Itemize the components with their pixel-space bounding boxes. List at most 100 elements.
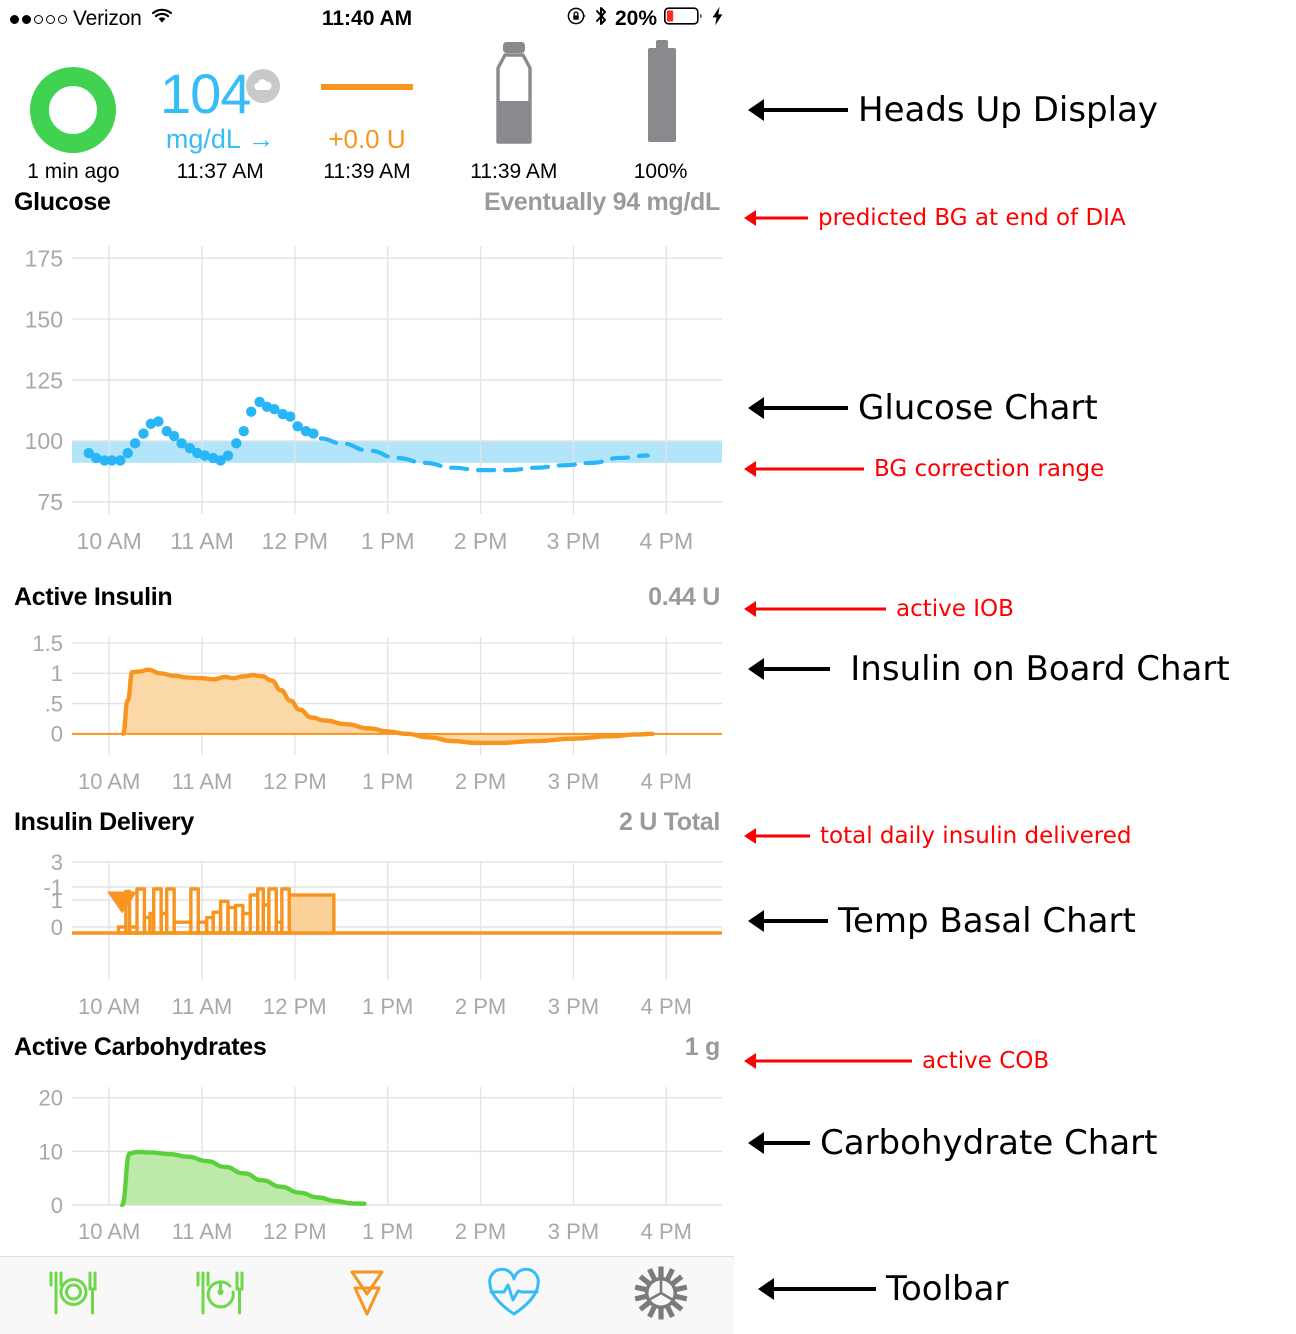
svg-text:11 AM: 11 AM	[172, 1219, 233, 1244]
annotation-label: active COB	[922, 1048, 1050, 1074]
arrow-left-icon	[744, 210, 808, 226]
arrow-left-icon	[744, 601, 886, 617]
hud-reservoir[interactable]: 11:39 AM	[440, 38, 587, 188]
hud-net-basal[interactable]: +0.0 U 11:39 AM	[294, 38, 441, 188]
toolbar-item-pre-meal[interactable]	[147, 1257, 294, 1334]
svg-text:1 PM: 1 PM	[362, 994, 413, 1019]
active-insulin-value: 0.44 U	[648, 583, 720, 611]
svg-text:3 PM: 3 PM	[548, 769, 599, 794]
annotation-heads-up-display: Heads Up Display	[748, 90, 1158, 130]
annotation-label: Glucose Chart	[858, 388, 1098, 428]
svg-text:11 AM: 11 AM	[172, 769, 233, 794]
svg-text:0: 0	[51, 722, 63, 747]
battery-percent-label: 20%	[614, 7, 657, 30]
svg-text:.5: .5	[45, 691, 63, 716]
hud-glucose[interactable]: 104 mg/dL → 11:37 AM	[147, 38, 294, 188]
svg-text:4 PM: 4 PM	[641, 1219, 692, 1244]
svg-text:125: 125	[25, 367, 63, 393]
annotation-label: total daily insulin delivered	[820, 823, 1132, 849]
svg-text:150: 150	[25, 306, 63, 332]
cloud-icon	[246, 68, 281, 103]
loop-status-ring-icon	[30, 67, 117, 153]
glucose-section-header: Glucose Eventually 94 mg/dL	[0, 188, 734, 228]
toolbar	[0, 1256, 734, 1334]
svg-text:12 PM: 12 PM	[263, 1219, 327, 1244]
annotation-label: Insulin on Board Chart	[850, 649, 1230, 689]
hud-loop-status[interactable]: 1 min ago	[0, 38, 147, 188]
glucose-units-and-trend: mg/dL →	[165, 124, 275, 154]
svg-text:10 AM: 10 AM	[77, 528, 142, 554]
svg-text:12 PM: 12 PM	[262, 528, 328, 554]
battery-icon	[664, 6, 704, 32]
pump-battery-icon	[633, 38, 689, 151]
annotation-correction-range: BG correction range	[744, 456, 1104, 482]
svg-text:3 PM: 3 PM	[548, 1219, 599, 1244]
annotation-active-iob: active IOB	[744, 596, 1014, 622]
glucose-chart[interactable]: 75 100 125 150 175 10 AM 11 AM 12 PM 1 PM 2 PM 3 P…	[0, 228, 734, 558]
net-basal-value: +0.0 U	[328, 124, 406, 154]
glucose-section: Glucose Eventually 94 mg/dL 75 100 125 150 1…	[0, 188, 734, 558]
annotation-glucose-chart: Glucose Chart	[748, 388, 1098, 428]
arrow-left-icon	[744, 1053, 912, 1069]
annotation-label: Temp Basal Chart	[838, 901, 1136, 941]
active-carbohydrates-chart[interactable]: 0 10 20 10 AM 11 AM 12 PM 1 PM 2 PM 3 PM 4 PM	[0, 1073, 734, 1258]
heads-up-display: 1 min ago 104 mg/dL → 11:37 AM +0.0 U 11…	[0, 38, 734, 188]
svg-text:12 PM: 12 PM	[263, 994, 327, 1019]
heart-pulse-icon	[485, 1267, 543, 1324]
bolus-icon	[340, 1266, 394, 1325]
annotation-label: Heads Up Display	[858, 90, 1159, 130]
arrow-left-icon	[748, 1132, 810, 1154]
arrow-left-icon	[744, 461, 864, 477]
svg-text:3 PM: 3 PM	[548, 994, 599, 1019]
active-insulin-title: Active Insulin	[14, 583, 173, 611]
reservoir-icon	[483, 38, 545, 151]
arrow-left-icon	[748, 99, 848, 121]
svg-text:2 PM: 2 PM	[455, 994, 506, 1019]
glucose-timestamp: 11:37 AM	[176, 160, 264, 183]
toolbar-item-bolus[interactable]	[294, 1257, 441, 1334]
annotation-active-cob: active COB	[744, 1048, 1049, 1074]
svg-text:11 AM: 11 AM	[170, 528, 234, 554]
status-bar: Verizon 11:40 AM 20%	[0, 0, 734, 38]
svg-text:2 PM: 2 PM	[455, 1219, 506, 1244]
annotation-label: BG correction range	[874, 456, 1105, 482]
active-carbohydrates-section: Active Carbohydrates 1 g 0 10 20 10 AM 11 AM…	[0, 1033, 734, 1258]
annotation-temp-basal-chart: Temp Basal Chart	[748, 901, 1136, 941]
reservoir-timestamp: 11:39 AM	[470, 160, 558, 183]
arrow-left-icon	[748, 658, 830, 681]
active-carbohydrates-value: 1 g	[684, 1033, 721, 1061]
rotation-lock-icon	[567, 6, 587, 32]
insulin-delivery-chart[interactable]: -1 0 1 3 10 AM 11 AM 12 PM 1 PM 2 PM 3 PM 4 PM	[0, 848, 734, 1033]
annotation-predicted-bg: predicted BG at end of DIA	[744, 205, 1126, 231]
toolbar-item-add-carbs[interactable]	[0, 1257, 147, 1334]
arrow-left-icon	[748, 397, 848, 419]
svg-text:10 AM: 10 AM	[78, 769, 140, 794]
insulin-delivery-title: Insulin Delivery	[14, 808, 194, 836]
annotation-label: Carbohydrate Chart	[820, 1123, 1158, 1163]
arrow-left-icon	[758, 1278, 876, 1300]
svg-text:3 PM: 3 PM	[547, 528, 601, 554]
annotation-carb-chart: Carbohydrate Chart	[748, 1123, 1158, 1163]
svg-text:10: 10	[39, 1139, 63, 1164]
svg-text:11 AM: 11 AM	[172, 994, 233, 1019]
active-carbohydrates-title: Active Carbohydrates	[14, 1033, 267, 1061]
status-bar-right: 20%	[567, 5, 724, 33]
toolbar-item-settings[interactable]	[587, 1257, 734, 1334]
glucose-value: 104	[159, 61, 251, 125]
svg-text:75: 75	[37, 489, 63, 515]
annotation-iob-chart: Insulin on Board Chart	[748, 650, 1240, 688]
svg-text:12 PM: 12 PM	[263, 769, 327, 794]
insulin-delivery-total: 2 U Total	[618, 808, 720, 836]
lightning-bolt-icon	[711, 6, 724, 32]
svg-text:4 PM: 4 PM	[641, 769, 692, 794]
toolbar-item-glucose[interactable]	[440, 1257, 587, 1334]
hud-pump-battery[interactable]: 100%	[587, 38, 734, 188]
annotation-label: predicted BG at end of DIA	[818, 205, 1126, 231]
svg-text:0: 0	[51, 1193, 63, 1218]
glucose-eventual-value: Eventually 94 mg/dL	[483, 188, 720, 216]
net-basal-timestamp: 11:39 AM	[323, 160, 411, 183]
active-insulin-section: Active Insulin 0.44 U 0 .5 1 1.5 10 AM 11 AM 1…	[0, 583, 734, 808]
active-insulin-chart[interactable]: 0 .5 1 1.5 10 AM 11 AM 12 PM 1 PM 2 PM 3 PM 4 PM	[0, 623, 734, 808]
svg-text:10 AM: 10 AM	[78, 994, 140, 1019]
bluetooth-icon	[594, 5, 608, 33]
